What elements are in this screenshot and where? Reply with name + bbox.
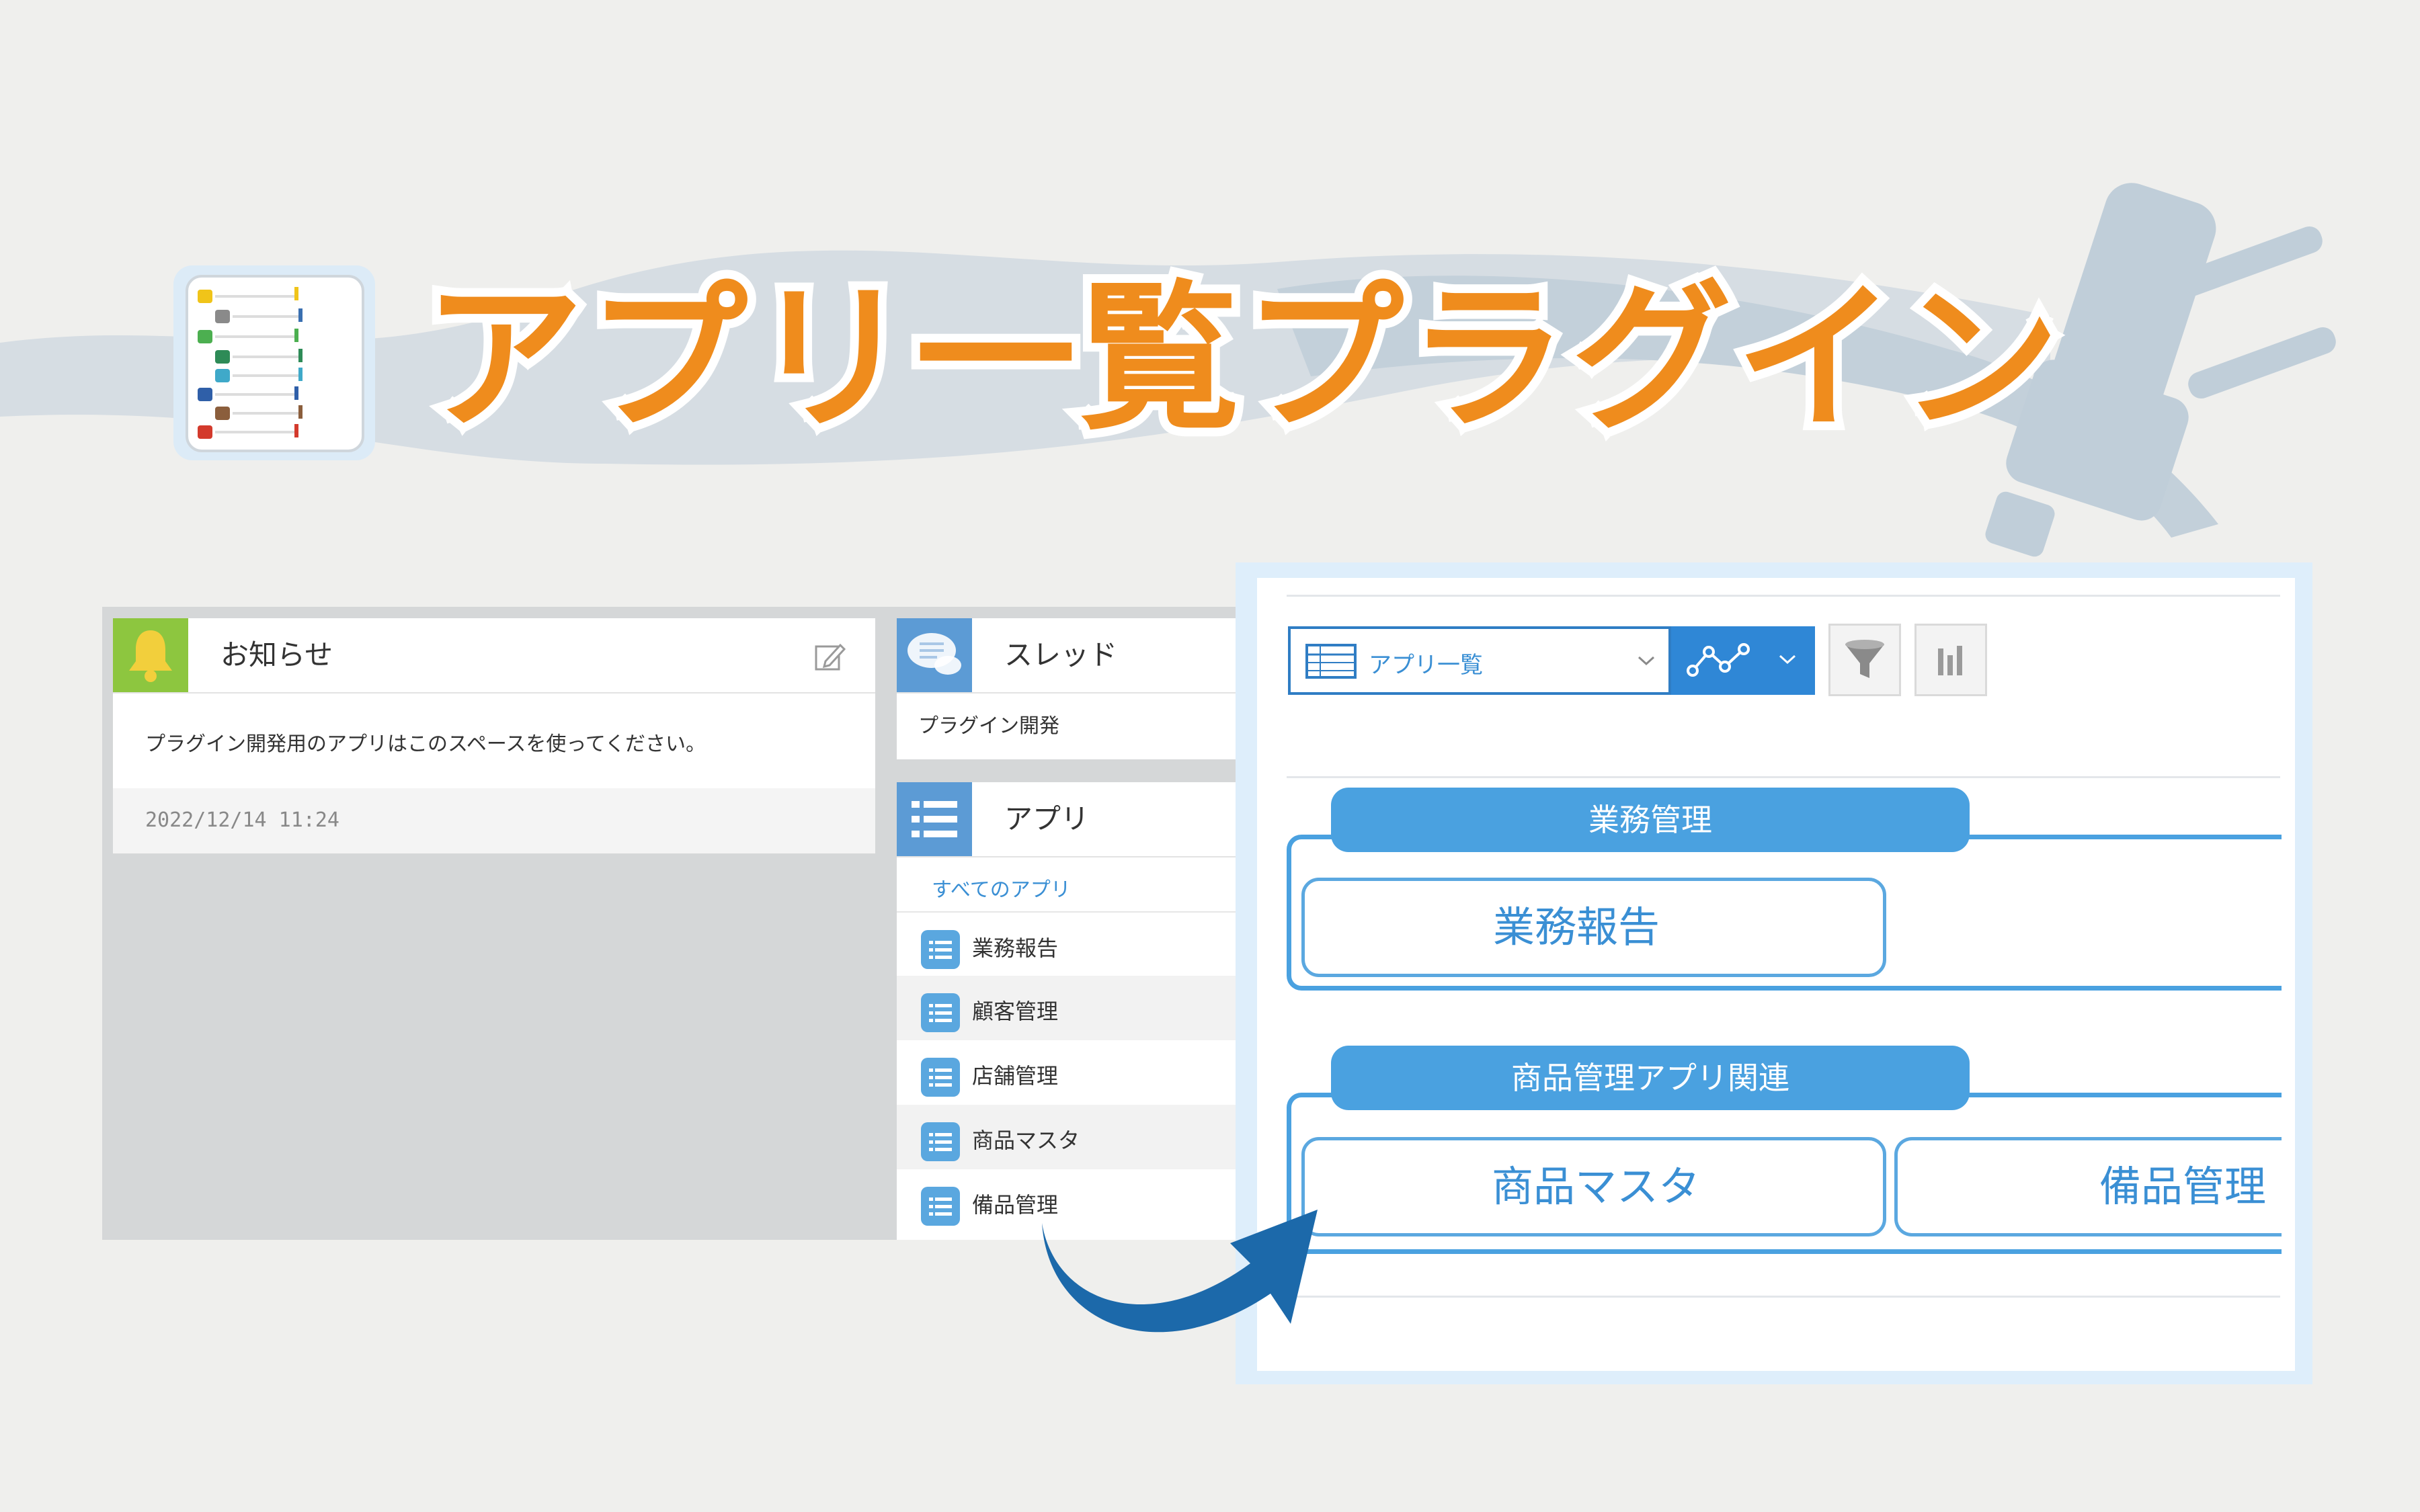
app-list-label: 商品マスタ (972, 1128, 1080, 1153)
apps-header: アプリ (897, 782, 1238, 857)
funnel-icon (1845, 640, 1884, 678)
table-icon (1305, 644, 1357, 681)
divider (1287, 776, 2280, 778)
app-list-logo-icon (198, 287, 302, 439)
thread-item-link[interactable]: プラグイン開発 (918, 709, 1059, 739)
app-list-label: 業務報告 (972, 935, 1059, 961)
app-tile[interactable]: 商品マスタ (1301, 1137, 1886, 1236)
view-select-value: アプリ一覧 (1369, 652, 1483, 679)
bar-chart-icon (1938, 646, 1962, 675)
app-list-icon (921, 1058, 960, 1097)
divider (1287, 1296, 2280, 1298)
chevron-down-icon (1777, 652, 1798, 669)
speech-bubbles-icon (897, 618, 972, 692)
divider (1287, 595, 2280, 597)
plugin-app-icon (173, 265, 375, 460)
notice-card: お知らせ プラグイン開発用のアプリはこのスペースを使ってください。 2022/1… (113, 618, 875, 853)
notice-header: お知らせ (113, 618, 875, 694)
apps-title: アプリ (1004, 802, 1090, 835)
notice-body: プラグイン開発用のアプリはこのスペースを使ってください。 (145, 732, 706, 756)
app-list-icon (921, 1122, 960, 1161)
notice-date: 2022/12/14 11:24 (145, 808, 339, 832)
list-icon (897, 782, 972, 856)
filter-button[interactable] (1828, 624, 1901, 696)
app-list-item[interactable]: 店舗管理 (897, 1040, 1238, 1105)
summary-button[interactable] (1914, 624, 1987, 696)
app-list-icon (921, 993, 960, 1032)
chevron-down-icon (1636, 653, 1656, 671)
line-chart-icon (1686, 640, 1753, 684)
edit-icon[interactable] (813, 641, 846, 673)
notice-title: お知らせ (220, 638, 333, 671)
app-list-item[interactable]: 商品マスタ (897, 1105, 1238, 1169)
app-list-icon (921, 930, 960, 969)
thread-card: スレッド プラグイン開発 (897, 618, 1238, 759)
group-header: 業務管理 (1331, 788, 1970, 852)
thread-header: スレッド (897, 618, 1238, 694)
view-select-dropdown[interactable]: アプリ一覧 (1288, 626, 1671, 695)
bell-icon (113, 618, 188, 692)
group-header: 商品管理アプリ関連 (1331, 1046, 1970, 1110)
all-apps-link[interactable]: すべてのアプリ (932, 873, 1071, 902)
app-list-icon (921, 1187, 960, 1226)
graph-select-button[interactable] (1671, 626, 1815, 695)
curved-arrow-icon (1042, 1210, 1318, 1333)
app-list-item[interactable]: 業務報告 (897, 911, 1238, 977)
page-title: アプリ一覧プラグイン (415, 257, 2068, 461)
app-list-item[interactable]: 顧客管理 (897, 976, 1238, 1040)
thread-title: スレッド (1004, 638, 1118, 671)
app-list-label: 店舗管理 (972, 1063, 1059, 1089)
app-tile[interactable]: 業務報告 (1301, 878, 1886, 977)
app-tile[interactable]: 備品管理 (1894, 1137, 2282, 1236)
app-list-label: 顧客管理 (972, 999, 1059, 1024)
notice-footer: 2022/12/14 11:24 (113, 788, 875, 853)
